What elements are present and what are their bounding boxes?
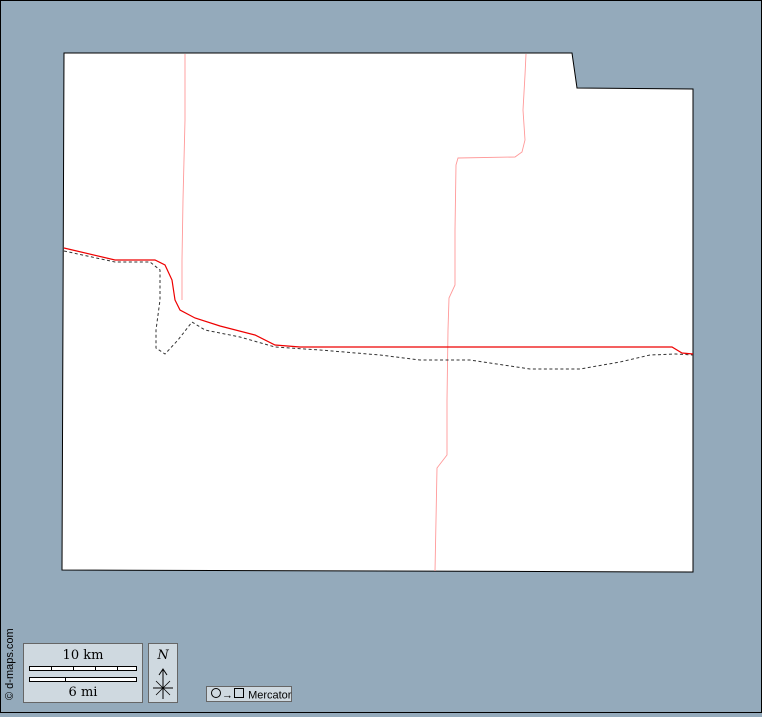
projection-note: → Mercator xyxy=(206,686,292,702)
credit-text: © d-maps.com xyxy=(4,628,16,700)
north-arrow: N xyxy=(148,643,178,703)
scale-mi-bar xyxy=(29,677,137,682)
compass-icon xyxy=(153,668,173,699)
map-canvas xyxy=(61,52,694,573)
scale-bar: 10 km 6 mi xyxy=(23,643,143,703)
projection-arrow: → xyxy=(222,689,233,702)
scale-km-bar xyxy=(29,666,137,671)
square-icon xyxy=(233,687,245,704)
county-outline xyxy=(61,52,694,573)
scale-km-label: 10 km xyxy=(62,648,104,663)
projection-label: Mercator xyxy=(248,689,292,702)
circle-to-square-icon xyxy=(210,687,222,704)
scale-mi-label: 6 mi xyxy=(68,685,98,700)
map xyxy=(0,0,762,713)
